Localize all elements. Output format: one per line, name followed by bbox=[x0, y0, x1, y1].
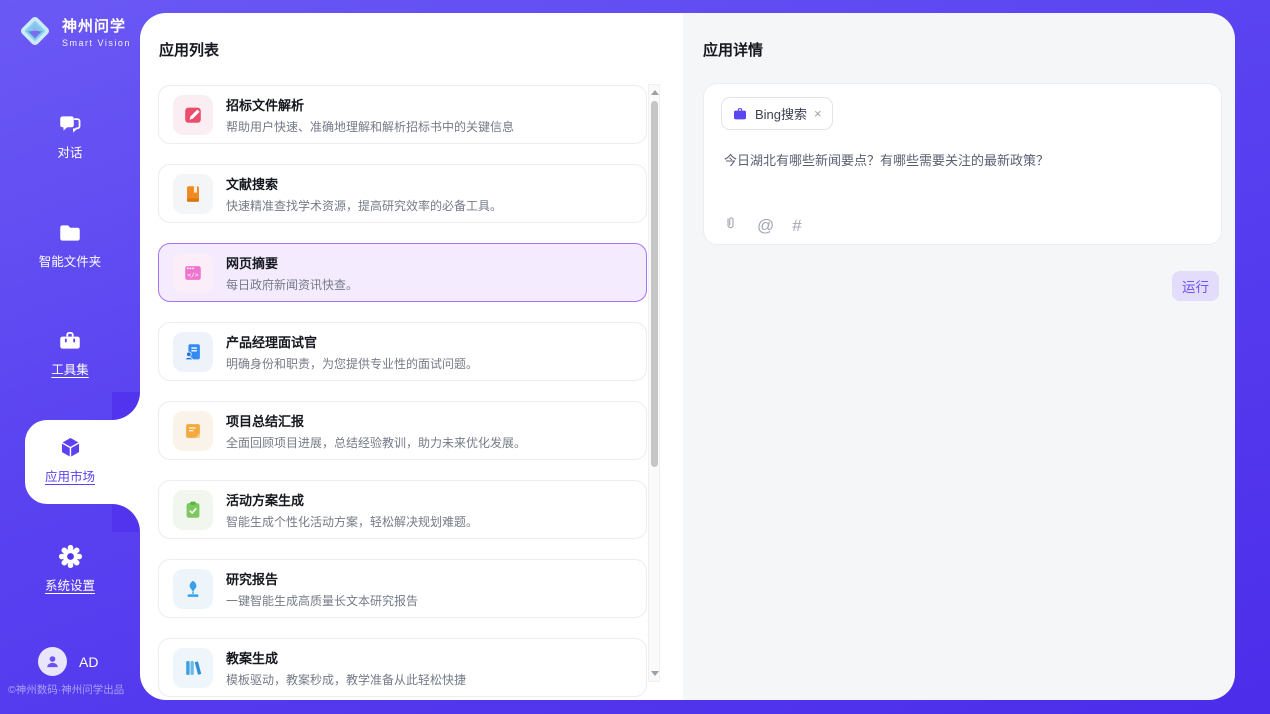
sidebar-item-chat[interactable]: 对话 bbox=[0, 111, 140, 161]
app-list-scrollbar[interactable] bbox=[648, 84, 660, 682]
sidebar-item-settings[interactable]: 系统设置 bbox=[0, 543, 140, 594]
chat-icon bbox=[57, 111, 83, 137]
app-card-title: 教案生成 bbox=[226, 648, 466, 667]
app-card-description: 模板驱动，教案秒成，教学准备从此轻松快捷 bbox=[226, 671, 466, 688]
notch-curve-bottom bbox=[112, 504, 140, 532]
app-detail-pane: 应用详情 Bing搜索 × 今日湖北有哪些新闻要点？有哪些需要关注的最新政策？ bbox=[683, 13, 1235, 700]
app-card-description: 全面回顾项目进展，总结经验教训，助力未来优化发展。 bbox=[226, 434, 526, 451]
sidebar-item-label: 应用市场 bbox=[0, 466, 140, 485]
app-card-title: 招标文件解析 bbox=[226, 95, 514, 114]
brand-logo: 神州问学 Smart Vision bbox=[16, 12, 131, 50]
app-card-lesson-plan[interactable]: 教案生成 模板驱动，教案秒成，教学准备从此轻松快捷 bbox=[158, 638, 647, 697]
user-name: AD bbox=[79, 654, 98, 670]
app-card-title: 网页摘要 bbox=[226, 253, 358, 272]
sidebar: 神州问学 Smart Vision 对话 智能文件夹 bbox=[0, 0, 140, 714]
app-card-literature-search[interactable]: 文献搜索 快速精准查找学术资源，提高研究效率的必备工具。 bbox=[158, 164, 647, 223]
ink-pen-icon bbox=[173, 569, 213, 609]
app-card-description: 一键智能生成高质量长文本研究报告 bbox=[226, 592, 418, 609]
app-card-description: 快速精准查找学术资源，提高研究效率的必备工具。 bbox=[226, 197, 502, 214]
tag-close-icon[interactable]: × bbox=[814, 107, 822, 120]
sidebar-item-toolset[interactable]: 工具集 bbox=[0, 328, 140, 378]
brand-tagline: Smart Vision bbox=[62, 38, 131, 48]
sidebar-item-app-market[interactable]: 应用市场 bbox=[0, 434, 140, 485]
app-card-project-summary[interactable]: 项目总结汇报 全面回顾项目进展，总结经验教训，助力未来优化发展。 bbox=[158, 401, 647, 460]
scroll-up-arrow-icon[interactable] bbox=[651, 90, 659, 95]
sidebar-item-label: 对话 bbox=[0, 142, 140, 161]
app-card-research-report[interactable]: 研究报告 一键智能生成高质量长文本研究报告 bbox=[158, 559, 647, 618]
book-icon bbox=[173, 174, 213, 214]
app-card-bid-doc-analysis[interactable]: 招标文件解析 帮助用户快速、准确地理解和解析招标书中的关键信息 bbox=[158, 85, 647, 144]
app-card-title: 项目总结汇报 bbox=[226, 411, 526, 430]
interviewer-icon bbox=[173, 332, 213, 372]
toolbox-icon bbox=[57, 328, 83, 354]
copyright-footer: ©神州数码·神州问学出品 bbox=[8, 682, 124, 697]
sidebar-item-label: 系统设置 bbox=[0, 575, 140, 594]
diamond-logo-icon bbox=[16, 12, 54, 50]
app-card-list: 招标文件解析 帮助用户快速、准确地理解和解析招标书中的关键信息 文献搜索 bbox=[158, 85, 647, 700]
webpage-code-icon: </> bbox=[173, 253, 213, 293]
prompt-input[interactable]: 今日湖北有哪些新闻要点？有哪些需要关注的最新政策？ bbox=[724, 150, 1204, 169]
sidebar-item-label: 工具集 bbox=[0, 359, 140, 378]
app-window: 神州问学 Smart Vision 对话 智能文件夹 bbox=[0, 0, 1270, 714]
sidebar-item-label: 智能文件夹 bbox=[0, 251, 140, 270]
app-card-description: 智能生成个性化活动方案，轻松解决规划难题。 bbox=[226, 513, 478, 530]
run-button[interactable]: 运行 bbox=[1172, 271, 1219, 301]
app-card-description: 每日政府新闻资讯快查。 bbox=[226, 276, 358, 293]
user-avatar-icon bbox=[44, 653, 61, 670]
hash-icon[interactable]: # bbox=[792, 216, 801, 236]
svg-text:</>: </> bbox=[187, 271, 199, 279]
scrollbar-thumb[interactable] bbox=[651, 101, 658, 467]
books-icon bbox=[173, 648, 213, 688]
prompt-toolbar: @ # bbox=[722, 215, 802, 237]
avatar bbox=[38, 647, 67, 676]
app-card-title: 研究报告 bbox=[226, 569, 418, 588]
app-card-title: 产品经理面试官 bbox=[226, 332, 478, 351]
app-list-pane: 应用列表 招标文件解析 帮助用户快速、准确地理解和解析招标书中的关键信息 bbox=[140, 13, 683, 700]
tool-tag-label: Bing搜索 bbox=[755, 104, 807, 123]
gear-icon bbox=[57, 543, 84, 570]
scroll-down-arrow-icon[interactable] bbox=[651, 671, 659, 676]
user-account[interactable]: AD bbox=[38, 647, 98, 676]
note-icon bbox=[173, 411, 213, 451]
mention-icon[interactable]: @ bbox=[757, 216, 774, 236]
app-detail-title: 应用详情 bbox=[703, 39, 763, 60]
tool-tag-bing-search[interactable]: Bing搜索 × bbox=[721, 97, 833, 130]
app-list-title: 应用列表 bbox=[159, 39, 219, 60]
sidebar-item-smart-folders[interactable]: 智能文件夹 bbox=[0, 220, 140, 270]
notch-curve-top bbox=[112, 392, 140, 420]
paperclip-icon[interactable] bbox=[722, 215, 739, 237]
app-card-event-plan[interactable]: 活动方案生成 智能生成个性化活动方案，轻松解决规划难题。 bbox=[158, 480, 647, 539]
document-edit-icon bbox=[173, 95, 213, 135]
main-content: 应用列表 招标文件解析 帮助用户快速、准确地理解和解析招标书中的关键信息 bbox=[140, 13, 1235, 700]
prompt-card: Bing搜索 × 今日湖北有哪些新闻要点？有哪些需要关注的最新政策？ @ # bbox=[703, 83, 1222, 245]
app-card-description: 帮助用户快速、准确地理解和解析招标书中的关键信息 bbox=[226, 118, 514, 135]
briefcase-icon bbox=[732, 106, 748, 122]
app-card-description: 明确身份和职责，为您提供专业性的面试问题。 bbox=[226, 355, 478, 372]
brand-name: 神州问学 bbox=[62, 15, 131, 36]
app-card-webpage-summary[interactable]: </> 网页摘要 每日政府新闻资讯快查。 bbox=[158, 243, 647, 302]
app-card-pm-interviewer[interactable]: 产品经理面试官 明确身份和职责，为您提供专业性的面试问题。 bbox=[158, 322, 647, 381]
clipboard-check-icon bbox=[173, 490, 213, 530]
cube-icon bbox=[57, 434, 84, 461]
app-card-title: 文献搜索 bbox=[226, 174, 502, 193]
app-card-title: 活动方案生成 bbox=[226, 490, 478, 509]
folder-icon bbox=[57, 220, 83, 246]
